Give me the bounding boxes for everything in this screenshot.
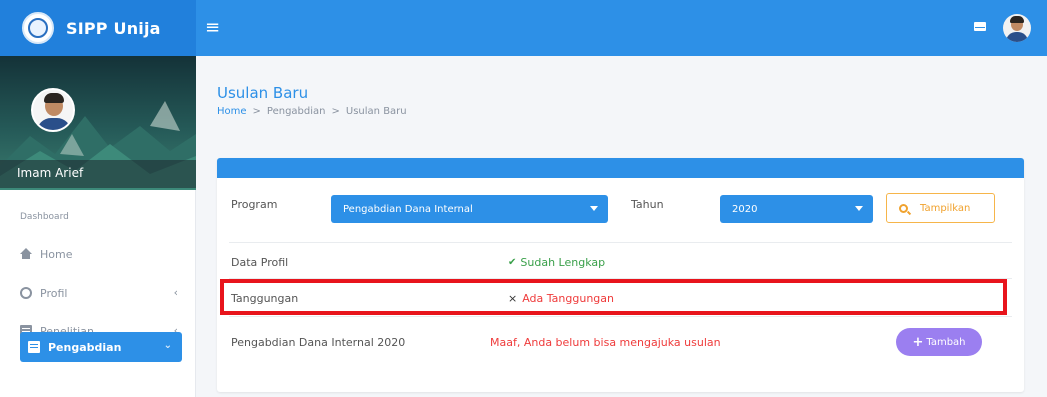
pengabdian-internal-label: Pengabdian Dana Internal 2020: [231, 336, 406, 349]
profile-name: Imam Arief: [17, 166, 84, 180]
data-profil-value: Sudah Lengkap: [520, 256, 606, 269]
data-profil-status: ✔ Sudah Lengkap: [508, 256, 605, 269]
tahun-select[interactable]: 2020: [720, 195, 873, 223]
sidebar-item-label: Profil: [40, 286, 68, 300]
document-icon: [28, 341, 40, 353]
app-title: SIPP Unija: [66, 18, 161, 38]
page-title: Usulan Baru: [217, 84, 309, 102]
usulan-card: Program Pengabdian Dana Internal Tahun 2…: [217, 158, 1024, 392]
mail-icon[interactable]: [974, 22, 986, 31]
sidebar-item-home[interactable]: Home: [20, 244, 180, 264]
program-select[interactable]: Pengabdian Dana Internal: [331, 195, 608, 223]
tahun-select-value: 2020: [732, 203, 758, 215]
breadcrumb: Home > Pengabdian > Usulan Baru: [217, 106, 407, 117]
plus-icon: +: [912, 334, 924, 350]
sidebar-item-label: Home: [40, 247, 73, 261]
highlight-annotation: [220, 279, 1007, 315]
program-select-value: Pengabdian Dana Internal: [343, 203, 473, 215]
sidebar-item-profil[interactable]: Profil ‹: [20, 283, 180, 303]
sidebar-item-label: Pengabdian: [48, 340, 122, 354]
nav-section-label: Dashboard: [20, 212, 69, 222]
tambah-button[interactable]: + Tambah: [896, 328, 982, 356]
tambah-label: Tambah: [926, 336, 966, 348]
profile-banner: Imam Arief: [0, 56, 196, 190]
breadcrumb-separator: >: [252, 106, 261, 117]
chevron-left-icon: ‹: [173, 286, 178, 299]
tampilkan-label: Tampilkan: [920, 202, 971, 214]
chevron-down-icon: ⌄: [163, 340, 172, 351]
sidebar-item-pengabdian[interactable]: Pengabdian ⌄: [20, 332, 182, 362]
caret-down-icon: [590, 206, 598, 211]
tahun-label: Tahun: [631, 198, 664, 211]
profile-avatar: [31, 88, 75, 132]
program-label: Program: [231, 198, 278, 211]
caret-down-icon: [855, 206, 863, 211]
search-icon: [899, 203, 908, 213]
breadcrumb-current: Usulan Baru: [345, 106, 407, 117]
check-icon: ✔: [508, 257, 517, 268]
data-profil-label: Data Profil: [231, 256, 289, 269]
divider: [229, 316, 1012, 317]
university-logo-icon: [22, 12, 54, 44]
hamburger-icon[interactable]: ≡: [205, 19, 220, 37]
card-header: [217, 158, 1024, 178]
brand[interactable]: SIPP Unija: [0, 0, 196, 56]
usulan-blocked-message: Maaf, Anda belum bisa mengajuka usulan: [490, 336, 721, 349]
user-icon: [20, 287, 32, 299]
breadcrumb-separator: >: [331, 106, 340, 117]
top-navbar: SIPP Unija ≡: [0, 0, 1047, 56]
breadcrumb-home[interactable]: Home: [217, 106, 247, 117]
home-icon: [20, 248, 32, 260]
avatar[interactable]: [1003, 14, 1031, 42]
divider: [229, 242, 1012, 243]
tampilkan-button[interactable]: Tampilkan: [886, 193, 995, 223]
breadcrumb-pengabdian[interactable]: Pengabdian: [267, 106, 326, 117]
